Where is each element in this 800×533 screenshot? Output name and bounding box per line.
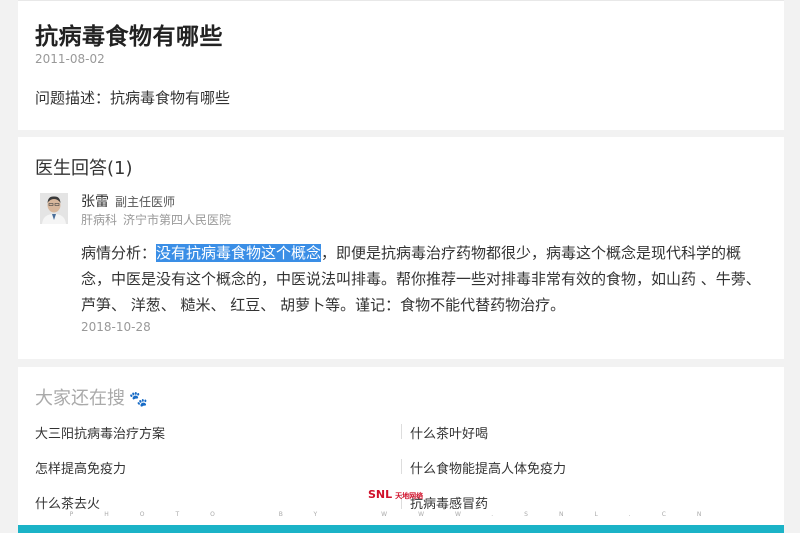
paw-icon: 🐾 — [129, 390, 148, 408]
doctor-name-line: 张雷 副主任医师 — [81, 191, 175, 211]
doctor-name[interactable]: 张雷 — [81, 194, 109, 210]
related-link[interactable]: 什么食物能提高人体免疫力 — [410, 458, 566, 477]
answer-date: 2018-10-28 — [81, 320, 151, 334]
question-card: 抗病毒食物有哪些 2011-08-02 问题描述：抗病毒食物有哪些 — [18, 0, 784, 130]
avatar-icon — [40, 193, 68, 224]
answers-heading: 医生回答(1) — [35, 158, 133, 179]
answer-body-prefix: 病情分析： — [81, 244, 157, 262]
question-date: 2011-08-02 — [35, 52, 105, 66]
bottom-bar — [18, 525, 784, 533]
watermark-logo-subtext: 天地网络 — [395, 492, 424, 500]
answer-card: 医生回答(1) 张雷 副主任医师 肝病科 济宁市第四人民医院 病情分析：没有抗病毒食… — [18, 137, 784, 359]
answer-body: 病情分析：没有抗病毒食物这个概念，即便是抗病毒治疗药物都很少，病毒这个概念是现代… — [81, 240, 771, 318]
related-divider — [401, 424, 402, 439]
related-searches-card: 大家还在搜 🐾 大三阳抗病毒治疗方案 什么茶叶好喝 怎样提高免疫力 什么食物能提高… — [18, 367, 784, 533]
question-description: 问题描述：抗病毒食物有哪些 — [35, 89, 231, 107]
related-link[interactable]: 大三阳抗病毒治疗方案 — [35, 423, 165, 442]
watermark-logo: SNL 天地网络 — [368, 488, 423, 501]
related-link[interactable]: 怎样提高免疫力 — [35, 458, 126, 477]
related-link[interactable]: 什么茶叶好喝 — [410, 423, 488, 442]
related-divider — [401, 459, 402, 474]
watermark-text: PHOTO BY WWW.SNL.CN — [69, 511, 733, 518]
related-link[interactable]: 什么茶去火 — [35, 493, 100, 512]
related-heading: 大家还在搜 🐾 — [35, 384, 148, 410]
question-title: 抗病毒食物有哪些 — [35, 24, 223, 50]
related-heading-text: 大家还在搜 — [35, 388, 125, 409]
page: 抗病毒食物有哪些 2011-08-02 问题描述：抗病毒食物有哪些 医生回答(1… — [0, 0, 800, 533]
doctor-department-line: 肝病科 济宁市第四人民医院 — [81, 211, 231, 228]
doctor-department: 肝病科 — [81, 213, 118, 227]
doctor-avatar[interactable] — [40, 193, 68, 224]
answer-selected-text: 没有抗病毒食物这个概念 — [156, 244, 322, 262]
watermark-logo-text: SNL — [368, 488, 393, 501]
doctor-hospital: 济宁市第四人民医院 — [123, 213, 232, 227]
doctor-title: 副主任医师 — [115, 195, 176, 209]
